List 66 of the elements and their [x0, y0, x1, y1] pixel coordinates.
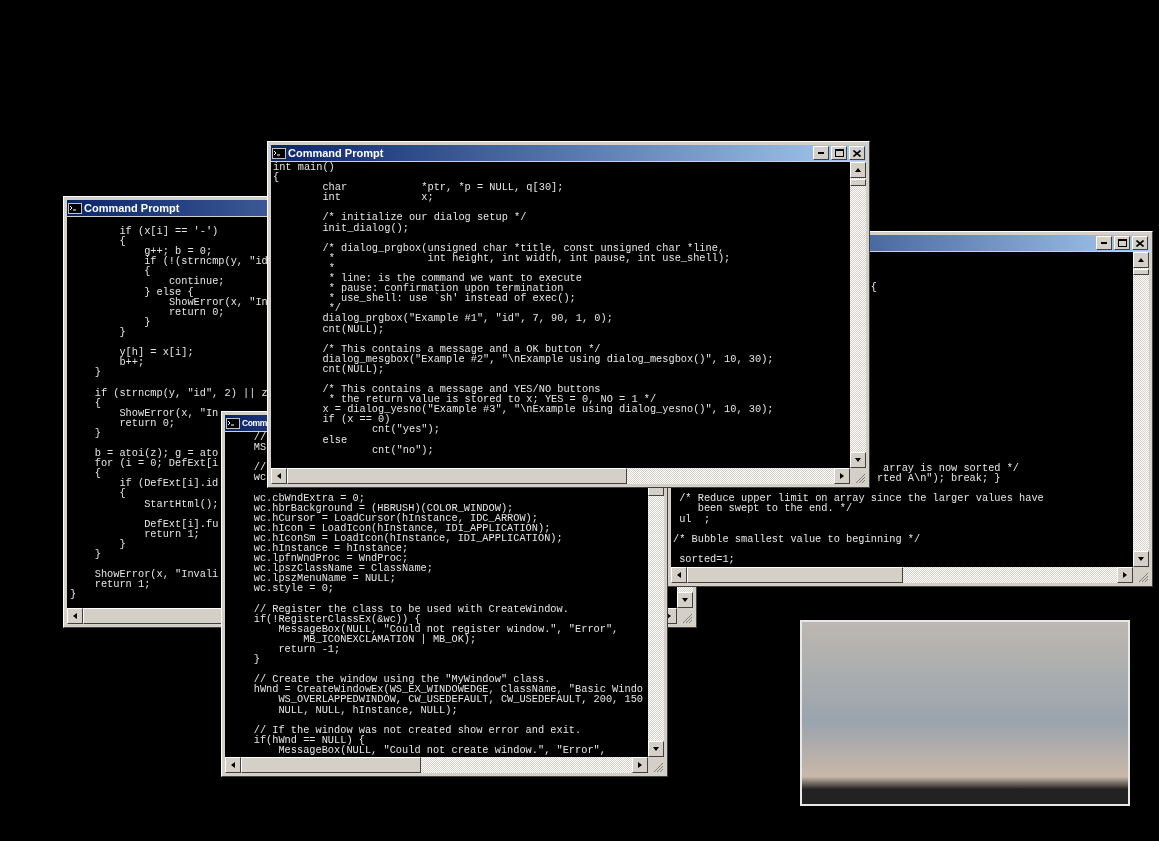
code-line: if(!RegisterClassEx(&wc)) {	[253, 612, 421, 625]
code-line: ShowError(x, "In	[168, 295, 268, 308]
code-line: *	[328, 261, 335, 274]
code-line: int main()	[273, 162, 335, 173]
code-line: NULL, NULL, hInstance, NULL);	[278, 703, 458, 716]
code-line: wc.cbWndExtra = 0;	[253, 491, 365, 504]
code-line: }	[94, 366, 101, 379]
code-line: cnt(NULL);	[322, 322, 385, 335]
code-line: return 0;	[119, 416, 176, 429]
code-line: }	[119, 325, 126, 338]
code-line: wc.style = 0;	[253, 582, 335, 595]
code-line: }	[253, 653, 260, 666]
code-line: return 0;	[168, 305, 225, 318]
code-line: else	[322, 433, 348, 446]
code-line: if(hWnd == NULL) {	[253, 733, 365, 746]
code-line: been swept to the end. */	[697, 502, 853, 515]
code-line: ul ;	[679, 512, 711, 525]
code-line: return 1;	[94, 578, 151, 591]
code-line: dialog_mesgbox("Example #2", "\nExample using dialog_mesgbox()", 10, 30);	[322, 352, 774, 365]
code-line: wc.hIcon = LoadIcon(hInstance, IDI_APPLICATION);	[253, 521, 551, 534]
code-line: {	[119, 235, 126, 248]
code-line: WS_OVERLAPPEDWINDOW, CW_USEDEFAULT, CW_USEDEFAULT, 200, 150	[278, 693, 643, 706]
code-line: }	[119, 537, 126, 550]
code-line: MS	[253, 441, 267, 454]
code-line: /* Bubble smallest value to beginning */	[673, 532, 921, 545]
code-line: //	[253, 432, 267, 443]
code-line: /* dialog_prgbox(unsigned char *title, const unsigned char *line,	[322, 241, 725, 254]
code-line: }	[144, 315, 151, 328]
code-line: if (x[i] == '-')	[119, 225, 219, 237]
code-line: cnt("yes");	[371, 423, 440, 436]
code-line: {	[870, 281, 877, 293]
code-line: MessageBox(NULL, "Could not register window.", "Error",	[278, 622, 619, 635]
code-line: //	[253, 461, 267, 474]
code-line: }	[94, 426, 101, 439]
code-line: {	[94, 396, 101, 409]
code-line: sorted=1;	[679, 552, 735, 565]
code-line: }	[70, 588, 77, 601]
code-line: cnt("no");	[371, 443, 434, 456]
code-line: return -1;	[278, 642, 341, 655]
code-line: // If the window was not created show error and exit.	[253, 723, 582, 736]
code-line: /* This contains a message and a OK button */	[322, 342, 601, 355]
code-line: }	[94, 548, 101, 560]
code-line: // Register the class to be used with CreateWindow.	[253, 602, 569, 615]
code-line: MessageBox(NULL, "Could not create window.", "Error",	[278, 743, 606, 756]
code-line: DefExt[i].fu	[144, 517, 219, 530]
code-line: wc.hIconSm = LoadIcon(hInstance, IDI_APPLICATION);	[253, 531, 563, 544]
window-title: Command Prompt	[84, 202, 180, 214]
window-title: Command Prompt	[288, 147, 384, 159]
code-line: /* initialize our dialog setup */	[322, 211, 527, 224]
window-title: Comm	[242, 418, 267, 428]
code-line: cnt(NULL);	[322, 362, 385, 375]
code-line: dialog_prgbox("Example #1", "id", 7, 90, 1, 0);	[322, 312, 613, 325]
code-line: {	[144, 265, 151, 278]
code-line: init_dialog();	[322, 221, 409, 234]
code-line: int x;	[322, 191, 434, 204]
code-line: StartHtml();	[144, 497, 219, 510]
code-line: if (strncmp(y, "id", 2) || z	[94, 386, 268, 399]
code-line: {	[94, 467, 101, 480]
code-line: ShowError(x, "In	[119, 406, 219, 419]
code-line: } else {	[144, 285, 194, 298]
code-line: ShowError(x, "Invali	[94, 568, 219, 581]
code-line: {	[273, 171, 280, 184]
code-line: */	[328, 302, 341, 315]
code-line: {	[119, 487, 126, 500]
code-line: wc	[253, 471, 267, 484]
code-line: continue;	[168, 275, 225, 288]
